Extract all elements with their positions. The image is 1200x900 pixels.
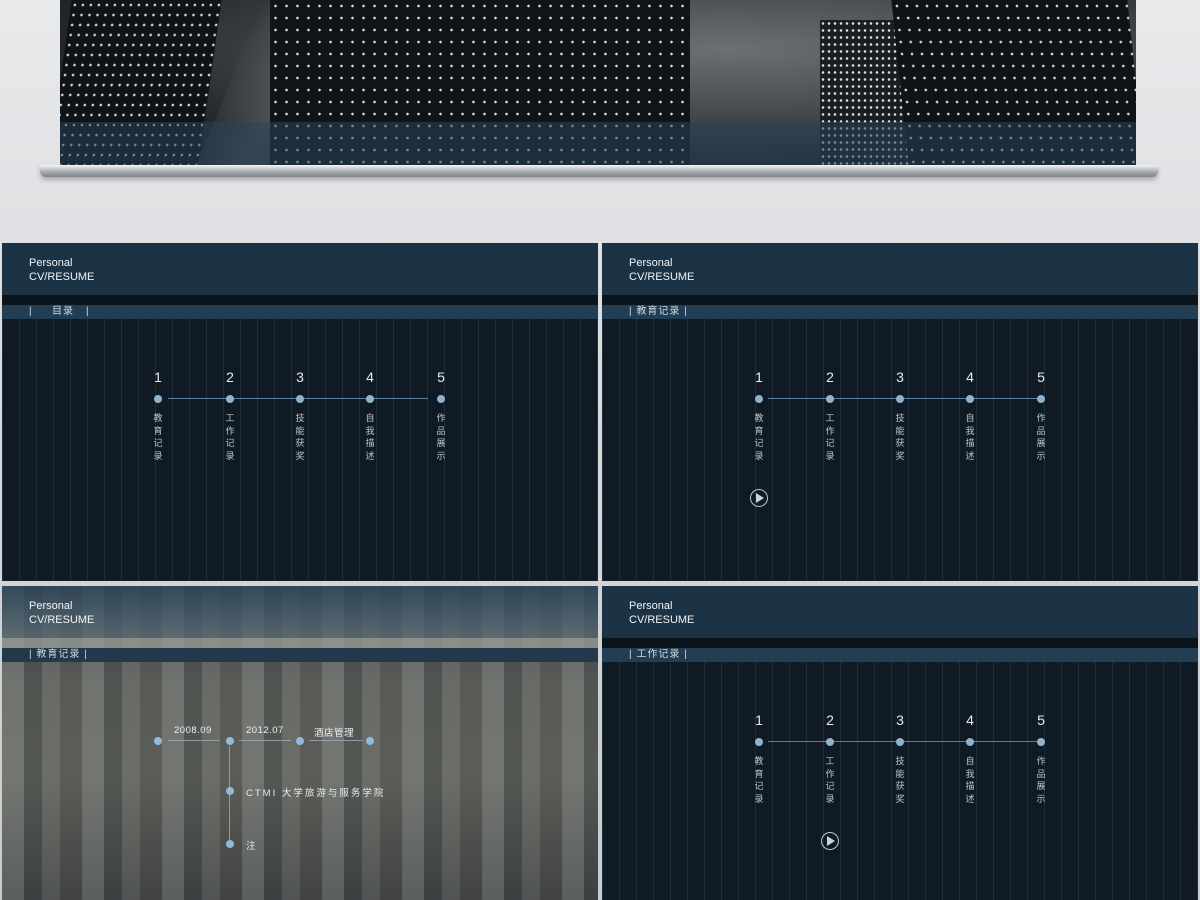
slide-contents[interactable]: Personal CV/RESUME | 目录 | 1 教育记录 2 工作记录 3技… [2,243,598,581]
timeline-step-4[interactable]: 4 自我描述 [355,368,385,462]
edu-node-2 [226,737,234,745]
slide-work-overview[interactable]: Personal CV/RESUME | 工作记录 | 1 教育记录 2 工作记录 … [602,586,1198,900]
hero-band [60,122,1136,165]
timeline-step-4[interactable]: 4 自我描述 [955,368,985,462]
timeline-step-5[interactable]: 5 作品展示 [426,368,456,462]
play-icon[interactable] [821,832,839,850]
timeline-step-2[interactable]: 2 工作记录 [815,368,845,462]
date-end: 2012.07 [246,725,284,736]
timeline-step-4[interactable]: 4 自我描述 [955,711,985,805]
timeline-step-3[interactable]: 3 技能获奖 [885,368,915,462]
timeline-step-1[interactable]: 1 教育记录 [744,368,774,462]
edu-node-1 [154,737,162,745]
play-icon[interactable] [750,489,768,507]
education-timeline: 2008.09 2012.07 酒店管理 CTMI 大学旅游与服务学院 注 [2,586,598,900]
school-name: CTMI 大学旅游与服务学院 [246,788,386,799]
timeline-step-1[interactable]: 1 教育记录 [143,368,173,462]
timeline-step-3[interactable]: 3 技能获奖 [285,368,315,462]
timeline: 1 教育记录 2 工作记录 3 技能获奖 4 自我描述 5 作品展示 [2,243,598,581]
timeline-step-2[interactable]: 2 工作记录 [815,711,845,805]
timeline: 1 教育记录 2 工作记录 3 技能获奖 4 自我描述 5 作品展示 [602,586,1198,900]
hero-image [60,0,1136,165]
date-start: 2008.09 [174,725,212,736]
slide-education-overview[interactable]: Personal CV/RESUME | 教育记录 | 1 教育记录 2 工作记录 … [602,243,1198,581]
timeline-step-5[interactable]: 5 作品展示 [1026,711,1056,805]
projector-screen-bar [40,165,1158,177]
timeline-step-3[interactable]: 3 技能获奖 [885,711,915,805]
timeline-step-2[interactable]: 2 工作记录 [215,368,245,462]
timeline-step-1[interactable]: 1 教育记录 [744,711,774,805]
edu-node-note [226,840,234,848]
timeline-step-5[interactable]: 5 作品展示 [1026,368,1056,462]
edu-node-school [226,787,234,795]
note: 注 [246,841,258,852]
slide-education-detail[interactable]: Personal CV/RESUME | 教育记录 | 2008.09 2012… [2,586,598,900]
timeline: 1 教育记录 2 工作记录 3 技能获奖 4 自我描述 5 作品展示 [602,243,1198,581]
edu-node-4 [366,737,374,745]
major: 酒店管理 [314,728,355,739]
edu-node-3 [296,737,304,745]
